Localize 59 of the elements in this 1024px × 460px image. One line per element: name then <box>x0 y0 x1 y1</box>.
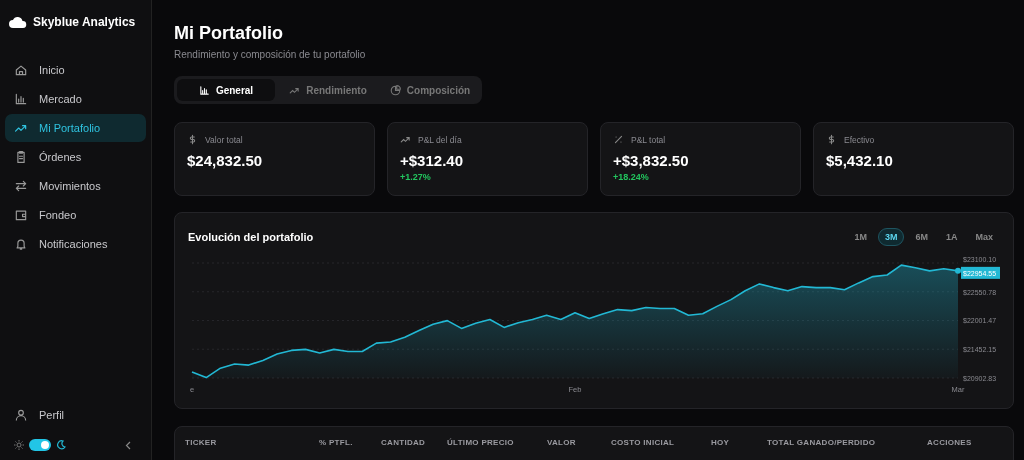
stat-label: Valor total <box>205 134 243 145</box>
bell-icon <box>14 237 28 251</box>
stat-value: +$3,832.50 <box>613 152 690 169</box>
stat-label: P&L total <box>631 134 666 145</box>
nav-item[interactable]: Notificaciones <box>5 230 146 258</box>
collapse-button[interactable] <box>125 440 131 450</box>
nav-item[interactable]: Mi Portafolio <box>5 114 146 142</box>
range-button[interactable]: 1M <box>847 228 874 246</box>
nav-item[interactable]: Fondeo <box>5 201 146 229</box>
range-button[interactable]: 1A <box>938 228 965 246</box>
stat-change: +1.27% <box>400 172 432 182</box>
nav-item[interactable]: Movimientos <box>5 172 146 200</box>
nav-item[interactable]: Órdenes <box>5 143 146 171</box>
profile-link[interactable]: Perfil <box>5 401 146 429</box>
nav-item[interactable]: Mercado <box>5 85 146 113</box>
stat-label: P&L del día <box>418 134 462 145</box>
user-icon <box>14 408 28 422</box>
arrows-icon <box>14 179 28 193</box>
nav-item[interactable]: Inicio <box>5 56 146 84</box>
percent-icon <box>613 134 624 145</box>
column-header: VALOR <box>547 437 577 449</box>
stat-label: Efectivo <box>844 134 875 145</box>
range-button[interactable]: 3M <box>877 228 905 246</box>
range-button[interactable]: Max <box>968 228 1000 246</box>
dollar-icon <box>826 134 837 145</box>
page-title: Mi Portafolio <box>174 22 284 44</box>
chart-title: Evolución del portafolio <box>188 231 314 243</box>
column-header: TICKER <box>185 437 218 449</box>
clipboard-icon <box>14 150 28 164</box>
page-subtitle: Rendimiento y composición de tu portafolio <box>174 49 367 60</box>
tab[interactable]: General <box>177 79 275 101</box>
trend-icon <box>400 134 411 145</box>
column-header: % PTFL. <box>319 437 354 449</box>
home-icon <box>14 63 28 77</box>
last-point-marker <box>955 267 961 274</box>
chevron-left-icon <box>125 440 131 450</box>
stat-value: $5,432.10 <box>826 152 894 169</box>
tab[interactable]: Composición <box>381 79 479 101</box>
stat-value: $24,832.50 <box>187 152 264 169</box>
tab[interactable]: Rendimiento <box>279 79 377 101</box>
pie-icon <box>389 84 401 96</box>
wallet-icon <box>14 208 28 222</box>
column-header: ÚLTIMO PRECIO <box>447 437 515 449</box>
brand-name: Skyblue Analytics <box>33 15 136 29</box>
dollar-icon <box>187 134 198 145</box>
range-button[interactable]: 6M <box>908 228 935 246</box>
sun-icon <box>14 440 24 450</box>
theme-toggle[interactable] <box>29 439 51 451</box>
moon-icon <box>56 440 66 450</box>
stat-value: +$312.40 <box>400 152 464 169</box>
stat-change: +18.24% <box>613 172 650 182</box>
bars-icon <box>198 84 210 96</box>
bars-icon <box>14 92 28 106</box>
column-header: TOTAL GANADO/PERDIDO <box>767 437 877 449</box>
column-header: COSTO INICIAL <box>611 437 676 449</box>
column-header: HOY <box>711 437 731 449</box>
cloud-icon <box>9 16 27 28</box>
column-header: CANTIDAD <box>381 437 427 449</box>
column-header: ACCIONES <box>927 437 973 449</box>
